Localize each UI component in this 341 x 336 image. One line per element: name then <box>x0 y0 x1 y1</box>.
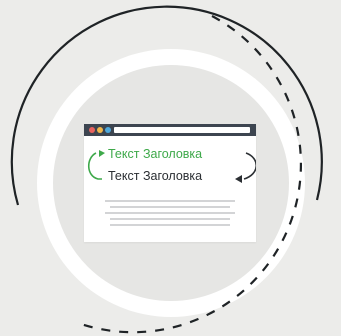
text-line <box>110 218 230 220</box>
swap-arrow-right-icon <box>235 152 256 183</box>
text-line <box>110 224 230 226</box>
text-line <box>110 206 230 208</box>
text-line <box>105 212 235 214</box>
swap-arrow-left-icon <box>87 150 105 180</box>
browser-window: Текст Заголовка Текст Заголовка <box>84 124 256 242</box>
headline-new-text: Текст Заголовка <box>108 147 203 161</box>
illustration: Текст Заголовка Текст Заголовка <box>0 0 341 336</box>
headline-old-text: Текст Заголовка <box>108 169 203 183</box>
text-line <box>105 200 235 202</box>
